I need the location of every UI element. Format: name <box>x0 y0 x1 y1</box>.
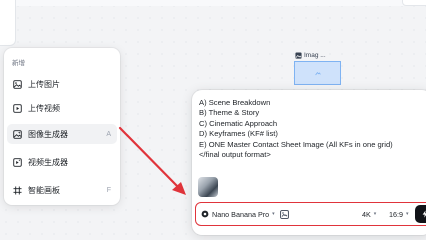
prompt-panel: A) Scene Breakdown B) Theme & Story C) C… <box>192 90 426 235</box>
image-node-title: Imag ... <box>295 52 326 59</box>
image-icon <box>295 52 302 59</box>
prompt-line: </final output format> <box>199 150 271 160</box>
arrow-head <box>172 182 186 195</box>
aspect-ratio-selector[interactable]: 16:9 ▾ <box>389 210 409 219</box>
prompt-line: B) Theme & Story <box>199 108 260 118</box>
canvas-node-partial-right[interactable] <box>402 0 426 6</box>
menu-item-upload-video[interactable]: 上传视频 <box>7 98 117 118</box>
menu-item-label: 上传图片 <box>28 79 60 89</box>
image-node[interactable] <box>294 61 341 85</box>
canvas-node-partial-left[interactable] <box>0 0 16 46</box>
image-reference-icon[interactable] <box>280 209 289 219</box>
smart-canvas-icon <box>13 185 22 195</box>
generation-toolbar: Nano Banana Pro ▾ 4K ▾ 16:9 ▾ <box>195 202 426 226</box>
menu-item-label: 智能画板 <box>28 185 60 195</box>
canvas-top-strip <box>0 0 426 6</box>
menu-item-smart-canvas[interactable]: 智能画板 F <box>7 180 117 200</box>
prompt-line: C) Cinematic Approach <box>199 118 278 128</box>
menu-item-upload-image[interactable]: 上传图片 <box>7 74 117 94</box>
prompt-line: A) Scene Breakdown <box>199 98 271 107</box>
menu-item-label: 上传视频 <box>28 103 60 113</box>
prompt-text[interactable]: A) Scene Breakdown B) Theme & Story C) C… <box>199 98 424 160</box>
model-selector[interactable]: Nano Banana Pro ▾ <box>201 210 275 219</box>
shortcut-hint: F <box>106 186 111 194</box>
chevron-down-icon: ▾ <box>272 211 275 217</box>
chevron-down-icon: ▾ <box>373 211 377 217</box>
menu-item-label: 图像生成器 <box>28 129 68 139</box>
image-upload-icon <box>13 79 22 89</box>
resolution-selector[interactable]: 4K ▾ <box>362 210 376 219</box>
menu-item-image-generator[interactable]: 图像生成器 A <box>7 124 117 144</box>
video-upload-icon <box>13 103 22 113</box>
reference-image-thumbnail[interactable] <box>198 177 218 197</box>
aspect-ratio-value: 16:9 <box>389 209 403 219</box>
chevron-down-icon: ▾ <box>406 211 409 217</box>
menu-item-video-generator[interactable]: 视频生成器 <box>7 152 117 172</box>
video-generator-icon <box>13 157 22 167</box>
model-name: Nano Banana Pro <box>212 209 270 219</box>
lightning-icon <box>421 210 426 218</box>
placeholder-image-icon <box>314 70 321 76</box>
image-generator-icon <box>13 129 22 139</box>
resolution-value: 4K <box>362 209 371 219</box>
model-logo-icon <box>201 210 209 218</box>
prompt-line: D) Keyframes (KF# list) <box>199 129 278 139</box>
arrow-shaft <box>118 126 182 191</box>
prompt-line: E) ONE Master Contact Sheet Image (All K… <box>199 139 393 149</box>
image-node-label: Imag ... <box>304 52 326 59</box>
generate-button[interactable] <box>415 205 426 223</box>
menu-title: 新增 <box>12 60 25 67</box>
add-node-menu: 新增 上传图片 上传视频 图像生成器 A 视频生成器 智能画板 F <box>4 48 120 205</box>
menu-item-label: 视频生成器 <box>28 157 68 167</box>
shortcut-hint: A <box>106 130 111 138</box>
